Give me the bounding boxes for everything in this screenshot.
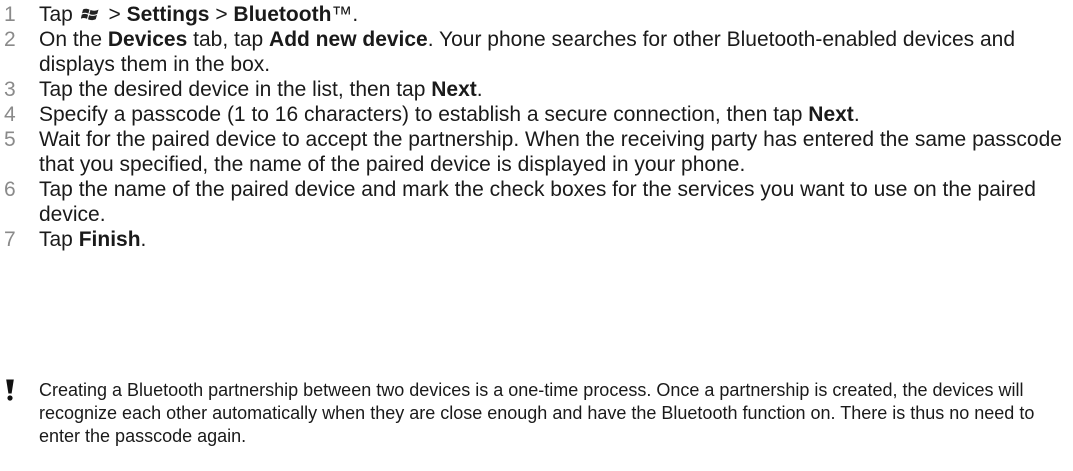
finish-button-label: Finish [78,228,141,251]
note-text: Creating a Bluetooth partnership between… [39,380,1035,446]
step-text-segment: ™. [331,3,359,26]
step-text: Wait for the paired device to accept the… [39,128,1062,176]
step-text-segment: . [140,228,147,251]
step-text-segment: > [102,3,127,26]
step-text: Tap > Settings > Bluetooth™. [39,3,358,26]
steps-list: 1 Tap > Settings > Bluetooth™. 2 On the … [0,2,1073,252]
step-text-segment: Tap the desired device in the list, then… [39,78,432,101]
devices-tab-label: Devices [107,28,188,51]
next-button-label: Next [808,103,854,126]
step-text-segment: Specify a passcode (1 to 16 characters) … [39,103,809,126]
step-text: Tap the desired device in the list, then… [39,78,483,101]
step-text-segment: On the [39,28,108,51]
step-7: 7 Tap Finish. [0,227,1073,252]
step-number: 3 [4,78,16,101]
step-text-segment: Tap [39,3,79,26]
step-1: 1 Tap > Settings > Bluetooth™. [0,2,1073,27]
step-text-segment: > [209,3,234,26]
step-number: 1 [4,3,16,26]
step-6: 6 Tap the name of the paired device and … [0,177,1073,227]
add-new-device-label: Add new device [269,28,428,51]
step-number: 2 [4,28,16,51]
step-text-segment: . [476,78,483,101]
step-text: On the Devices tab, tap Add new device. … [39,28,1015,76]
exclamation-icon [6,379,14,401]
step-5: 5 Wait for the paired device to accept t… [0,127,1073,177]
next-button-label: Next [431,78,477,101]
step-number: 7 [4,228,16,251]
step-text: Tap Finish. [39,228,146,251]
step-text: Tap the name of the paired device and ma… [39,178,1036,226]
step-2: 2 On the Devices tab, tap Add new device… [0,27,1073,77]
windows-start-icon [80,8,99,21]
step-3: 3 Tap the desired device in the list, th… [0,77,1073,102]
step-text-segment: . [853,103,860,126]
step-number: 5 [4,128,16,151]
step-text-segment: tab, tap [187,28,270,51]
step-number: 4 [4,103,16,126]
bluetooth-menu-label: Bluetooth [233,3,332,26]
step-4: 4 Specify a passcode (1 to 16 characters… [0,102,1073,127]
step-number: 6 [4,178,16,201]
step-text-segment: Tap [39,228,79,251]
step-text: Specify a passcode (1 to 16 characters) … [39,103,860,126]
settings-menu-label: Settings [126,3,210,26]
